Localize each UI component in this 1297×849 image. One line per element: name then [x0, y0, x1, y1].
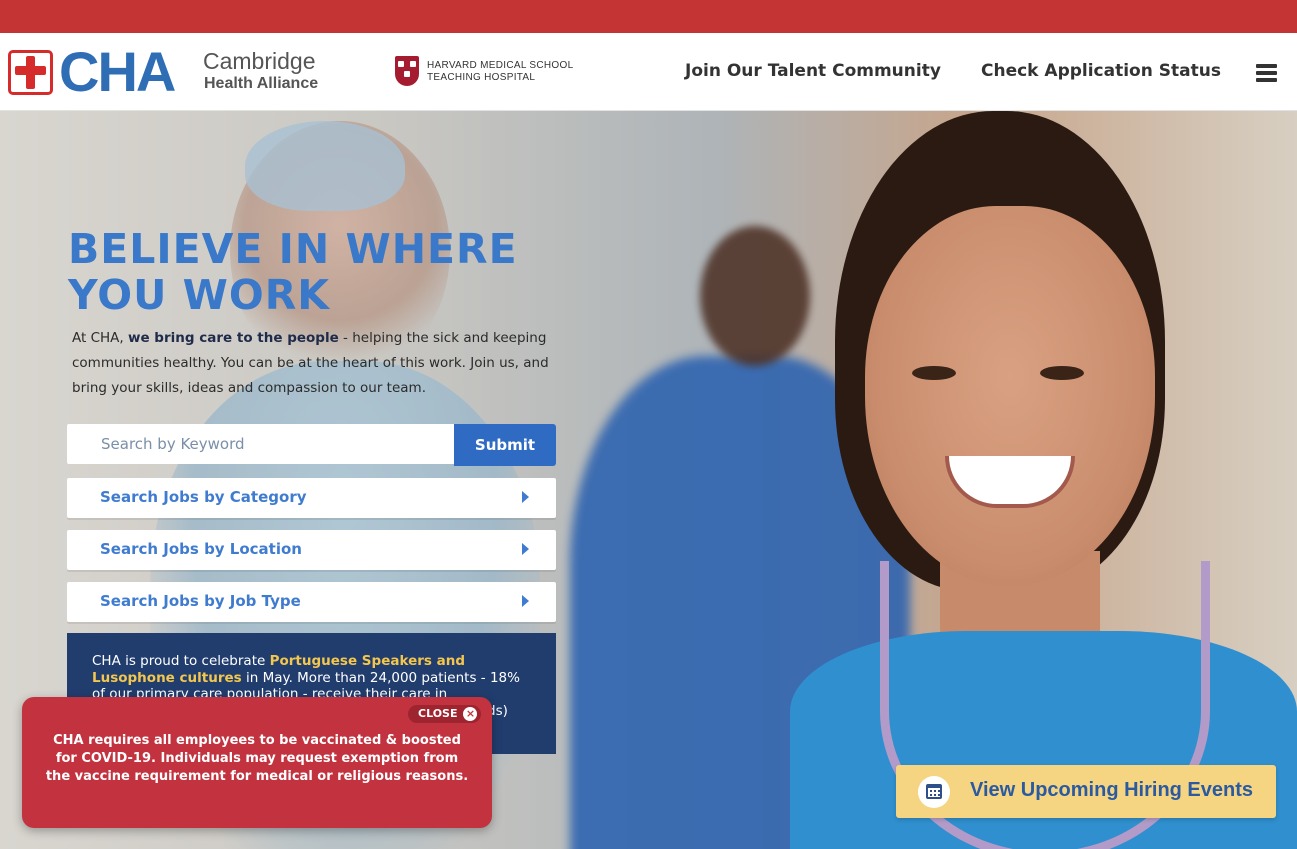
keyword-search-input[interactable] [67, 424, 454, 464]
hamburger-menu-icon[interactable] [1256, 64, 1277, 82]
covid-message: CHA requires all employees to be vaccina… [45, 733, 469, 784]
hiring-events-label: View Upcoming Hiring Events [970, 779, 1254, 801]
close-button[interactable]: CLOSE × [408, 705, 482, 723]
close-icon: × [463, 707, 478, 721]
submit-button[interactable]: Submit [454, 424, 556, 466]
dropdown-label: Search Jobs by Location [100, 540, 302, 558]
logo-cambridge-text: Cambridge [203, 48, 316, 74]
close-label: CLOSE [418, 707, 458, 720]
caret-right-icon [522, 595, 529, 607]
harvard-line1: HARVARD MEDICAL SCHOOL [427, 60, 574, 71]
top-red-bar [0, 0, 1297, 33]
dropdown-label: Search Jobs by Category [100, 488, 307, 506]
caret-right-icon [522, 491, 529, 503]
intro-prefix: At CHA, [72, 330, 128, 346]
caret-right-icon [522, 543, 529, 555]
calendar-icon [918, 776, 950, 808]
hero-intro: At CHA, we bring care to the people - he… [72, 326, 562, 401]
nurse-eye [912, 366, 956, 380]
nurse-face [865, 206, 1155, 586]
view-hiring-events-button[interactable]: View Upcoming Hiring Events [896, 765, 1276, 818]
logo-health-alliance-text: Health Alliance [204, 75, 319, 92]
nurse-eye [1040, 366, 1084, 380]
hero-section: BELIEVE IN WHERE YOU WORK At CHA, we bri… [0, 111, 1297, 849]
background-nurse-head [700, 226, 810, 366]
check-application-status-link[interactable]: Check Application Status [981, 61, 1221, 81]
background-doctor-cap [245, 121, 405, 211]
intro-bold: we bring care to the people [127, 330, 339, 346]
site-header: CHA Cambridge Health Alliance HARVARD ME… [0, 33, 1297, 111]
dropdown-label: Search Jobs by Job Type [100, 592, 301, 610]
search-by-location-dropdown[interactable]: Search Jobs by Location [67, 530, 556, 570]
search-by-job-type-dropdown[interactable]: Search Jobs by Job Type [67, 582, 556, 622]
harvard-shield-icon [395, 56, 419, 86]
cha-cross-logo-icon[interactable] [8, 50, 53, 95]
cha-logo-text[interactable]: CHA [59, 41, 176, 103]
hero-headline: BELIEVE IN WHERE YOU WORK [68, 225, 518, 319]
search-by-category-dropdown[interactable]: Search Jobs by Category [67, 478, 556, 518]
harvard-line2: TEACHING HOSPITAL [427, 72, 536, 83]
covid-banner: CLOSE × CHA requires all employees to be… [22, 697, 492, 828]
join-talent-community-link[interactable]: Join Our Talent Community [685, 61, 941, 81]
promo-prefix: CHA is proud to celebrate [92, 653, 270, 669]
